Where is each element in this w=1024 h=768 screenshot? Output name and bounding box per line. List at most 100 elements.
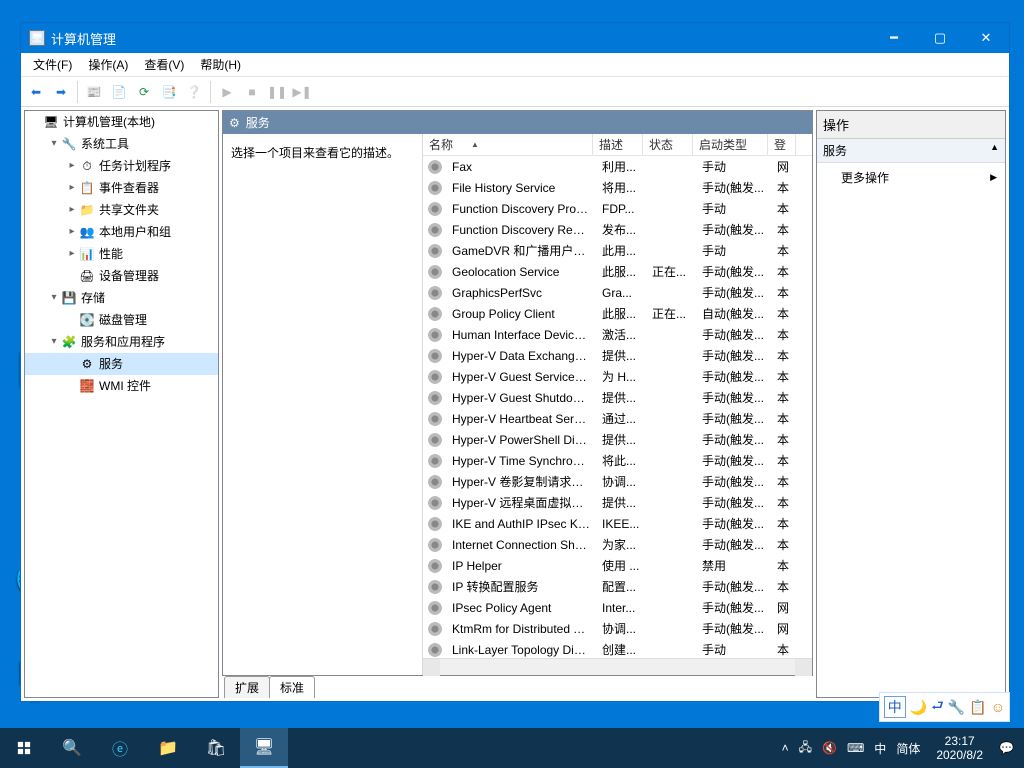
explorer-button[interactable]: 📁	[144, 728, 192, 768]
forward-button[interactable]: ➡	[50, 81, 72, 103]
search-button[interactable]: 🔍	[48, 728, 96, 768]
return-icon[interactable]: ⮐	[931, 695, 944, 719]
service-row[interactable]: Hyper-V Guest Service In... 为 H... 手动(触发…	[423, 366, 812, 387]
service-row[interactable]: Hyper-V Guest Shutdown... 提供... 手动(触发...…	[423, 387, 812, 408]
taskbar[interactable]: 🔍 ⓔ 📁 🛍 🖥 ˄ 🖧 🔇 ⌨ 中 简体 23:17 2020/8/2 💬	[0, 728, 1024, 768]
twisty-icon[interactable]: ▸	[65, 179, 79, 197]
wrench-icon[interactable]: 🔧	[948, 699, 965, 716]
notifications-icon[interactable]: 💬	[999, 741, 1014, 755]
tree-item[interactable]: ▸📊性能	[25, 243, 218, 265]
network-icon[interactable]: 🖧	[799, 738, 812, 759]
service-row[interactable]: File History Service 将用... 手动(触发... 本	[423, 177, 812, 198]
col-log[interactable]: 登	[768, 134, 796, 155]
maximize-button[interactable]: ▢	[917, 23, 963, 53]
service-row[interactable]: KtmRm for Distributed Tr... 协调... 手动(触发.…	[423, 618, 812, 639]
keyboard-icon[interactable]: ⌨	[847, 741, 864, 755]
actions-more[interactable]: 更多操作	[817, 163, 1005, 192]
service-row[interactable]: Internet Connection Shari... 为家... 手动(触发…	[423, 534, 812, 555]
service-row[interactable]: GraphicsPerfSvc Gra... 手动(触发... 本	[423, 282, 812, 303]
tray-chevron-icon[interactable]: ˄	[782, 741, 789, 755]
tree-item[interactable]: ▸📋事件查看器	[25, 177, 218, 199]
tree-item[interactable]: 💽磁盘管理	[25, 309, 218, 331]
ime-lang[interactable]: 中	[874, 740, 886, 757]
service-row[interactable]: IP 转换配置服务 配置... 手动(触发... 本	[423, 576, 812, 597]
clipboard-icon[interactable]: 📋	[969, 699, 986, 716]
start-service-button[interactable]: ▶	[216, 81, 238, 103]
menu-action[interactable]: 操作(A)	[80, 54, 136, 75]
back-button[interactable]: ⬅	[25, 81, 47, 103]
tree-item[interactable]: 🖨设备管理器	[25, 265, 218, 287]
twisty-icon[interactable]: ▾	[47, 135, 61, 153]
twisty-icon[interactable]: ▸	[65, 245, 79, 263]
tab-extended[interactable]: 扩展	[224, 676, 270, 698]
tree-item[interactable]: ▾💾存储	[25, 287, 218, 309]
navigation-tree[interactable]: 🖥计算机管理(本地)▾🔧系统工具▸⏱任务计划程序▸📋事件查看器▸📁共享文件夹▸👥…	[24, 110, 219, 698]
tab-standard[interactable]: 标准	[269, 676, 315, 698]
service-row[interactable]: Hyper-V 远程桌面虚拟化... 提供... 手动(触发... 本	[423, 492, 812, 513]
twisty-icon[interactable]: ▸	[65, 223, 79, 241]
service-row[interactable]: Fax 利用... 手动 网	[423, 156, 812, 177]
service-row[interactable]: IKE and AuthIP IPsec Key... IKEE... 手动(触…	[423, 513, 812, 534]
tree-item[interactable]: 🧱WMI 控件	[25, 375, 218, 397]
twisty-icon[interactable]: ▸	[65, 157, 79, 175]
col-state[interactable]: 状态	[643, 134, 693, 155]
close-button[interactable]: ✕	[963, 23, 1009, 53]
compmgmt-task-button[interactable]: 🖥	[240, 728, 288, 768]
moon-icon[interactable]: 🌙	[910, 699, 927, 716]
tree-item[interactable]: ⚙服务	[25, 353, 218, 375]
clock[interactable]: 23:17 2020/8/2	[930, 734, 989, 762]
minimize-button[interactable]: ━	[871, 23, 917, 53]
ime-float-bar[interactable]: 中 🌙 ⮐ 🔧 📋 ☺	[879, 692, 1010, 722]
twisty-icon[interactable]: ▸	[65, 201, 79, 219]
col-start[interactable]: 启动类型	[693, 134, 768, 155]
service-row[interactable]: Hyper-V Data Exchange ... 提供... 手动(触发...…	[423, 345, 812, 366]
service-row[interactable]: Function Discovery Provi... FDP... 手动 本	[423, 198, 812, 219]
service-row[interactable]: Function Discovery Reso... 发布... 手动(触发..…	[423, 219, 812, 240]
tree-item[interactable]: ▸📁共享文件夹	[25, 199, 218, 221]
service-row[interactable]: Hyper-V Time Synchroniz... 将此... 手动(触发..…	[423, 450, 812, 471]
service-row[interactable]: Hyper-V Heartbeat Service 通过... 手动(触发...…	[423, 408, 812, 429]
help-button[interactable]: ❔	[183, 81, 205, 103]
show-hide-tree-button[interactable]: 📰	[83, 81, 105, 103]
service-row[interactable]: GameDVR 和广播用户服务... 此用... 手动 本	[423, 240, 812, 261]
service-row[interactable]: Link-Layer Topology Disc... 创建... 手动 本	[423, 639, 812, 658]
edge-button[interactable]: ⓔ	[96, 728, 144, 768]
volume-icon[interactable]: 🔇	[822, 741, 837, 755]
service-row[interactable]: IP Helper 使用 ... 禁用 本	[423, 555, 812, 576]
menu-help[interactable]: 帮助(H)	[192, 54, 249, 75]
tree-item[interactable]: ▾🧩服务和应用程序	[25, 331, 218, 353]
menu-file[interactable]: 文件(F)	[25, 54, 80, 75]
service-row[interactable]: Hyper-V 卷影复制请求程序 协调... 手动(触发... 本	[423, 471, 812, 492]
smile-icon[interactable]: ☺	[991, 699, 1005, 715]
ime-badge[interactable]: 中	[884, 696, 906, 718]
export-button[interactable]: 📑	[158, 81, 180, 103]
twisty-icon[interactable]: ▾	[47, 333, 61, 351]
service-row[interactable]: Hyper-V PowerShell Dire... 提供... 手动(触发..…	[423, 429, 812, 450]
pause-service-button[interactable]: ❚❚	[266, 81, 288, 103]
titlebar[interactable]: 🖥 计算机管理 ━ ▢ ✕	[21, 23, 1009, 53]
service-row[interactable]: IPsec Policy Agent Inter... 手动(触发... 网	[423, 597, 812, 618]
list-header[interactable]: 名称▲ 描述 状态 启动类型 登	[423, 134, 812, 156]
store-button[interactable]: 🛍	[192, 728, 240, 768]
ime-mode[interactable]: 简体	[896, 740, 920, 757]
cell-desc: 激活...	[596, 326, 646, 343]
restart-service-button[interactable]: ▶❚	[291, 81, 313, 103]
service-row[interactable]: Group Policy Client 此服... 正在... 自动(触发...…	[423, 303, 812, 324]
service-row[interactable]: Human Interface Device ... 激活... 手动(触发..…	[423, 324, 812, 345]
start-button[interactable]	[0, 728, 48, 768]
tree-item[interactable]: ▸👥本地用户和组	[25, 221, 218, 243]
service-row[interactable]: Geolocation Service 此服... 正在... 手动(触发...…	[423, 261, 812, 282]
stop-service-button[interactable]: ■	[241, 81, 263, 103]
tree-item[interactable]: 🖥计算机管理(本地)	[25, 111, 218, 133]
tree-item[interactable]: ▾🔧系统工具	[25, 133, 218, 155]
col-desc[interactable]: 描述	[593, 134, 643, 155]
system-tray[interactable]: ˄ 🖧 🔇 ⌨ 中 简体 23:17 2020/8/2 💬	[782, 728, 1024, 768]
col-name[interactable]: 名称▲	[423, 134, 593, 155]
twisty-icon[interactable]: ▾	[47, 289, 61, 307]
properties-button[interactable]: 📄	[108, 81, 130, 103]
refresh-button[interactable]: ⟳	[133, 81, 155, 103]
horizontal-scrollbar[interactable]	[423, 658, 812, 675]
tree-item[interactable]: ▸⏱任务计划程序	[25, 155, 218, 177]
menu-view[interactable]: 查看(V)	[136, 54, 192, 75]
gear-icon	[427, 285, 443, 301]
